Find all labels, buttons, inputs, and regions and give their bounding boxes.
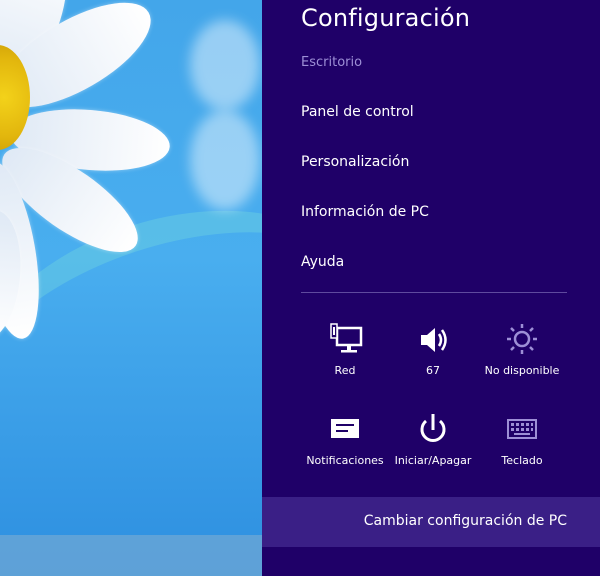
menu-item-control-panel[interactable]: Panel de control xyxy=(301,104,414,120)
menu-item-pc-info[interactable]: Información de PC xyxy=(301,204,429,220)
quick-setting-brightness[interactable]: No disponible xyxy=(472,320,572,377)
panel-context-subtitle: Escritorio xyxy=(301,55,363,70)
change-pc-settings-label: Cambiar configuración de PC xyxy=(363,513,567,529)
brightness-label: No disponible xyxy=(484,364,560,377)
wallpaper-blurred-flower xyxy=(190,110,260,210)
quick-setting-network[interactable]: Red xyxy=(295,320,395,377)
notifications-icon xyxy=(331,419,359,438)
volume-level: 67 xyxy=(426,364,440,377)
desktop-wallpaper xyxy=(0,0,262,576)
brightness-icon xyxy=(507,324,537,354)
quick-setting-volume[interactable]: 67 xyxy=(383,320,483,377)
volume-icon xyxy=(421,328,447,352)
network-icon xyxy=(330,323,363,353)
settings-charm-panel: Configuración Escritorio Panel de contro… xyxy=(262,0,600,576)
network-label: Red xyxy=(334,364,356,377)
keyboard-label: Teclado xyxy=(501,454,543,467)
taskbar[interactable] xyxy=(0,535,262,576)
keyboard-icon xyxy=(507,419,537,439)
menu-item-help[interactable]: Ayuda xyxy=(301,254,344,270)
power-icon xyxy=(420,414,446,442)
menu-item-personalization[interactable]: Personalización xyxy=(301,154,409,170)
quick-setting-keyboard[interactable]: Teclado xyxy=(472,410,572,467)
power-label: Iniciar/Apagar xyxy=(394,454,472,467)
quick-setting-notifications[interactable]: Notificaciones xyxy=(295,410,395,467)
wallpaper-blurred-flower xyxy=(190,20,260,110)
panel-title: Configuración xyxy=(301,4,471,32)
change-pc-settings-button[interactable]: Cambiar configuración de PC xyxy=(262,497,600,547)
separator xyxy=(301,292,567,293)
notifications-label: Notificaciones xyxy=(306,454,384,467)
quick-setting-power[interactable]: Iniciar/Apagar xyxy=(383,410,483,467)
